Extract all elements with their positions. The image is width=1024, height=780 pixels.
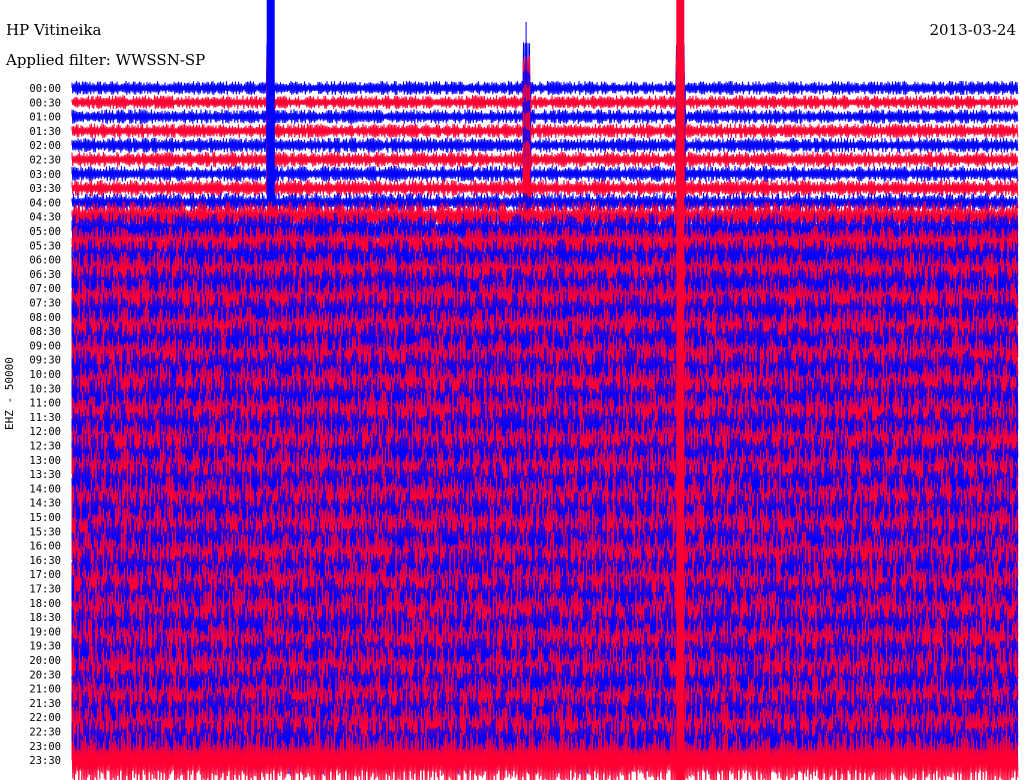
time-label-1400: 14:00	[29, 483, 61, 495]
filter-label: Applied filter: WWSSN-SP	[6, 51, 206, 69]
time-label-0830: 08:30	[29, 326, 61, 338]
time-label-1600: 16:00	[29, 541, 61, 553]
time-label-0530: 05:30	[29, 240, 61, 252]
time-label-0730: 07:30	[29, 298, 61, 310]
time-label-1700: 17:00	[29, 569, 61, 581]
time-label-1830: 18:30	[29, 612, 61, 624]
time-label-2300: 23:00	[29, 741, 61, 753]
channel-label: EHZ - 50000	[3, 357, 16, 430]
time-label-1900: 19:00	[29, 626, 61, 638]
time-label-1430: 14:30	[29, 498, 61, 510]
time-label-2100: 21:00	[29, 684, 61, 696]
plot-date: 2013-03-24	[929, 21, 1016, 39]
time-label-2230: 22:30	[29, 727, 61, 739]
time-label-0700: 07:00	[29, 283, 61, 295]
time-label-1500: 15:00	[29, 512, 61, 524]
time-label-0500: 05:00	[29, 226, 61, 238]
time-label-1130: 11:30	[29, 412, 61, 424]
time-label-1730: 17:30	[29, 584, 61, 596]
time-label-0400: 04:00	[29, 197, 61, 209]
time-label-1030: 10:30	[29, 383, 61, 395]
time-label-2030: 20:30	[29, 669, 61, 681]
time-label-1300: 13:00	[29, 455, 61, 467]
time-label-0600: 06:00	[29, 255, 61, 267]
time-label-0930: 09:30	[29, 355, 61, 367]
time-label-0230: 02:30	[29, 155, 61, 167]
time-label-0030: 00:30	[29, 97, 61, 109]
time-label-0330: 03:30	[29, 183, 61, 195]
time-label-1630: 16:30	[29, 555, 61, 567]
time-label-0200: 02:00	[29, 140, 61, 152]
event-marker-0	[266, 0, 275, 200]
time-label-1930: 19:30	[29, 641, 61, 653]
time-label-1200: 12:00	[29, 426, 61, 438]
time-label-0630: 06:30	[29, 269, 61, 281]
time-label-1330: 13:30	[29, 469, 61, 481]
time-label-2200: 22:00	[29, 712, 61, 724]
time-label-0800: 08:00	[29, 312, 61, 324]
time-label-1000: 10:00	[29, 369, 61, 381]
time-label-2000: 20:00	[29, 655, 61, 667]
time-label-2330: 23:30	[29, 755, 61, 767]
time-label-1100: 11:00	[29, 398, 61, 410]
time-label-2130: 21:30	[29, 698, 61, 710]
time-label-0430: 04:30	[29, 212, 61, 224]
time-label-1530: 15:30	[29, 526, 61, 538]
event-marker-1	[676, 0, 685, 780]
helicorder-plot: 00:00 00:30 01:00 01:30 02:00 02:30 03:00 03:30…	[29, 0, 1019, 780]
time-label-0100: 01:00	[29, 112, 61, 124]
time-label-0000: 00:00	[29, 83, 61, 95]
event-marker-2	[525, 22, 527, 82]
time-label-1230: 12:30	[29, 441, 61, 453]
time-label-1800: 18:00	[29, 598, 61, 610]
station-title: HP Vitineika	[6, 21, 102, 39]
time-label-0130: 01:30	[29, 126, 61, 138]
time-label-0900: 09:00	[29, 340, 61, 352]
time-label-0300: 03:00	[29, 169, 61, 181]
